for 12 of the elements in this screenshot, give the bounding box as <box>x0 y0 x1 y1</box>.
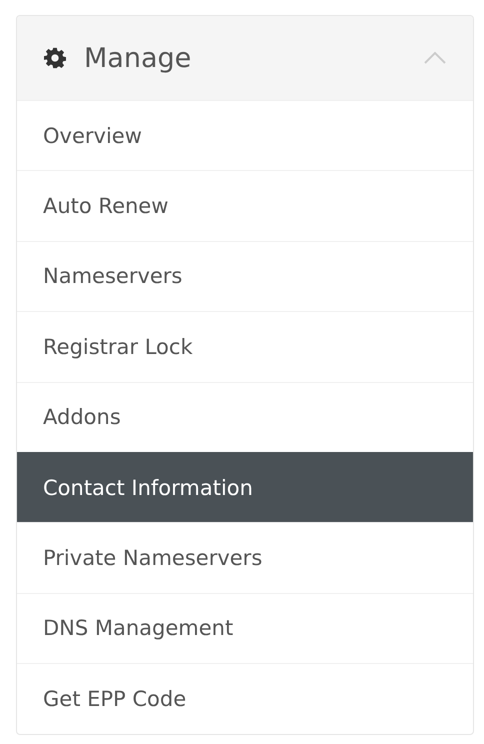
menu-item[interactable]: Nameservers <box>17 240 473 312</box>
panel-title: Manage <box>84 42 192 74</box>
menu-item[interactable]: Registrar Lock <box>17 311 473 382</box>
menu-item[interactable]: Private Nameservers <box>17 522 473 593</box>
menu-item[interactable]: Get EPP Code <box>17 663 473 734</box>
panel-header[interactable]: Manage <box>17 16 473 100</box>
menu-item[interactable]: Auto Renew <box>17 170 473 241</box>
menu-item[interactable]: Overview <box>17 100 473 170</box>
settings-icon <box>44 47 66 69</box>
chevron-up-icon <box>423 51 447 65</box>
menu-item[interactable]: DNS Management <box>17 592 473 664</box>
menu-item[interactable]: Contact Information <box>17 452 473 522</box>
